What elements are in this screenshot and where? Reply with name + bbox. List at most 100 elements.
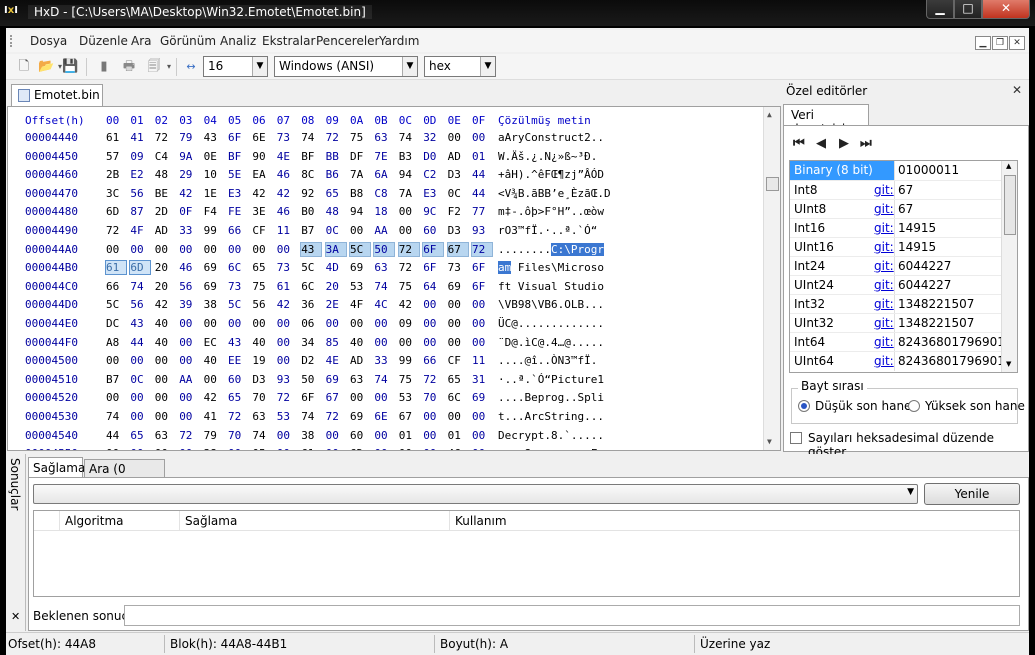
scroll-up-icon[interactable]: ▲ — [1006, 162, 1011, 170]
inspector-value[interactable]: 67 — [898, 202, 1002, 216]
hex-byte[interactable]: 65 — [252, 261, 272, 274]
hex-byte[interactable]: B8 — [350, 187, 370, 200]
goto-link[interactable]: git: — [874, 335, 894, 349]
hex-byte[interactable]: 4F — [350, 298, 370, 311]
hex-byte[interactable]: 53 — [399, 391, 419, 404]
hex-byte[interactable]: 53 — [350, 280, 370, 293]
scroll-thumb[interactable] — [766, 177, 779, 191]
hex-byte[interactable]: 74 — [301, 131, 321, 144]
hex-byte[interactable]: 00 — [130, 354, 150, 367]
hex-byte[interactable]: 6F — [422, 241, 445, 257]
hex-byte[interactable]: 72 — [277, 391, 297, 404]
hex-byte[interactable]: 42 — [277, 298, 297, 311]
hex-byte[interactable]: BF — [301, 150, 321, 163]
hex-byte[interactable]: 72 — [326, 410, 346, 423]
hex-byte[interactable]: 33 — [374, 354, 394, 367]
hex-byte[interactable]: 00 — [204, 317, 224, 330]
bytes-per-row-select[interactable]: 16 ▼ — [203, 56, 268, 77]
hex-byte[interactable]: 69 — [204, 261, 224, 274]
hex-numbers-checkbox[interactable] — [790, 432, 802, 444]
hex-byte[interactable]: 90 — [252, 150, 272, 163]
decoded-text[interactable]: ·..ª.`Ó“Picture1 — [498, 373, 604, 386]
hex-byte[interactable]: 92 — [301, 187, 321, 200]
hex-byte[interactable]: 00 — [423, 447, 443, 450]
hex-byte[interactable]: 00 — [350, 224, 370, 237]
hex-byte[interactable]: C2 — [423, 168, 443, 181]
hex-byte[interactable]: 32 — [423, 131, 443, 144]
hex-byte[interactable]: 60 — [350, 429, 370, 442]
hex-byte[interactable]: 00 — [277, 317, 297, 330]
inspector-value[interactable]: 8243680179690158 — [898, 354, 1002, 368]
hex-byte[interactable]: 44 — [472, 187, 492, 200]
hex-byte[interactable]: 63 — [374, 131, 394, 144]
hex-byte[interactable]: 44 — [106, 429, 126, 442]
hex-byte[interactable]: 05 — [252, 447, 272, 450]
hex-byte[interactable]: 94 — [399, 168, 419, 181]
hex-byte[interactable]: 00 — [374, 447, 394, 450]
inspector-table[interactable]: Binary (8 bit) 01000011 Int8 git: 67 UInt8 git… — [789, 160, 1018, 373]
decoded-text[interactable]: ........C:\Progr — [498, 242, 604, 256]
hex-byte[interactable]: 73 — [228, 280, 248, 293]
hex-byte[interactable]: 00 — [399, 336, 419, 349]
hex-byte[interactable]: 73 — [277, 261, 297, 274]
next-icon[interactable]: ▶ — [839, 136, 849, 151]
hex-byte[interactable]: 69 — [326, 373, 346, 386]
results-side-tab[interactable]: Sonuçlar ✕ — [6, 454, 26, 631]
hex-byte[interactable]: 38 — [204, 298, 224, 311]
hex-byte[interactable]: AD — [448, 150, 468, 163]
decoded-text[interactable]: ....@î..ÒN­3™fÏ. — [498, 354, 597, 367]
hex-byte[interactable]: 0C — [326, 224, 346, 237]
hex-byte[interactable]: 11 — [472, 354, 492, 367]
tab-data-inspector[interactable]: Veri denetçisi — [783, 104, 869, 136]
hex-byte[interactable]: 73 — [277, 131, 297, 144]
hex-byte[interactable]: 6F — [301, 391, 321, 404]
hex-byte[interactable]: 38 — [204, 447, 224, 450]
decoded-text[interactable]: Decrypt.8.`..... — [498, 429, 604, 442]
inspector-value[interactable]: 8243680179690158 — [898, 335, 1002, 349]
inspector-value[interactable]: 1348221507 — [898, 297, 1002, 311]
hex-byte[interactable]: 00 — [423, 298, 443, 311]
inspector-row[interactable]: UInt24 git: 6044227 — [790, 275, 1003, 295]
hex-byte[interactable]: 1E — [204, 187, 224, 200]
inspector-value[interactable]: 67 — [898, 183, 1002, 197]
hex-byte[interactable]: 00 — [228, 243, 248, 256]
hex-byte[interactable]: 00 — [155, 447, 175, 450]
hex-byte[interactable]: 61 — [277, 280, 297, 293]
hex-byte[interactable]: 65 — [326, 187, 346, 200]
hex-byte[interactable]: 85 — [326, 336, 346, 349]
hex-byte[interactable]: 70 — [423, 391, 443, 404]
inspector-value[interactable]: 14915 — [898, 221, 1002, 235]
hex-byte[interactable]: 00 — [423, 410, 443, 423]
hex-byte[interactable]: 61 — [301, 447, 321, 450]
hex-byte[interactable]: 66 — [228, 224, 248, 237]
hex-byte[interactable]: 00 — [179, 391, 199, 404]
hex-byte[interactable]: CF — [448, 354, 468, 367]
goto-link[interactable]: git: — [874, 278, 894, 292]
hex-byte[interactable]: 61 — [105, 260, 127, 276]
hex-byte[interactable]: 00 — [472, 410, 492, 423]
goto-link[interactable]: git: — [874, 316, 894, 330]
column-algorithm[interactable]: Algoritma — [60, 511, 180, 531]
hex-byte[interactable]: 00 — [374, 391, 394, 404]
hex-byte[interactable]: 72 — [397, 241, 420, 257]
hex-byte[interactable]: 5C — [349, 241, 371, 257]
decoded-text[interactable]: m‡-.ôþ>F°H”..œòw — [498, 205, 604, 218]
inspector-scrollbar[interactable]: ▲ ▼ — [1001, 161, 1017, 372]
hex-byte[interactable]: 5C — [301, 261, 321, 274]
hex-byte[interactable]: 46 — [448, 447, 468, 450]
hex-byte[interactable]: 0F — [179, 205, 199, 218]
hex-byte[interactable]: A8 — [106, 336, 126, 349]
tools-icon[interactable]: ▮ — [96, 59, 112, 75]
hex-byte[interactable]: 9A — [179, 150, 199, 163]
hex-byte[interactable]: 72 — [106, 224, 126, 237]
export-icon[interactable]: 🗐 — [146, 59, 162, 75]
hex-byte[interactable]: 4F — [130, 224, 150, 237]
hex-byte[interactable]: 53 — [277, 410, 297, 423]
hex-byte[interactable]: 00 — [130, 243, 150, 256]
hex-byte[interactable]: 00 — [472, 336, 492, 349]
hex-byte[interactable]: 73 — [448, 261, 468, 274]
inspector-row[interactable]: Int24 git: 6044227 — [790, 256, 1003, 276]
hex-byte[interactable]: 00 — [399, 205, 419, 218]
hex-byte[interactable]: 2B — [106, 168, 126, 181]
hex-byte[interactable]: 6F — [423, 261, 443, 274]
